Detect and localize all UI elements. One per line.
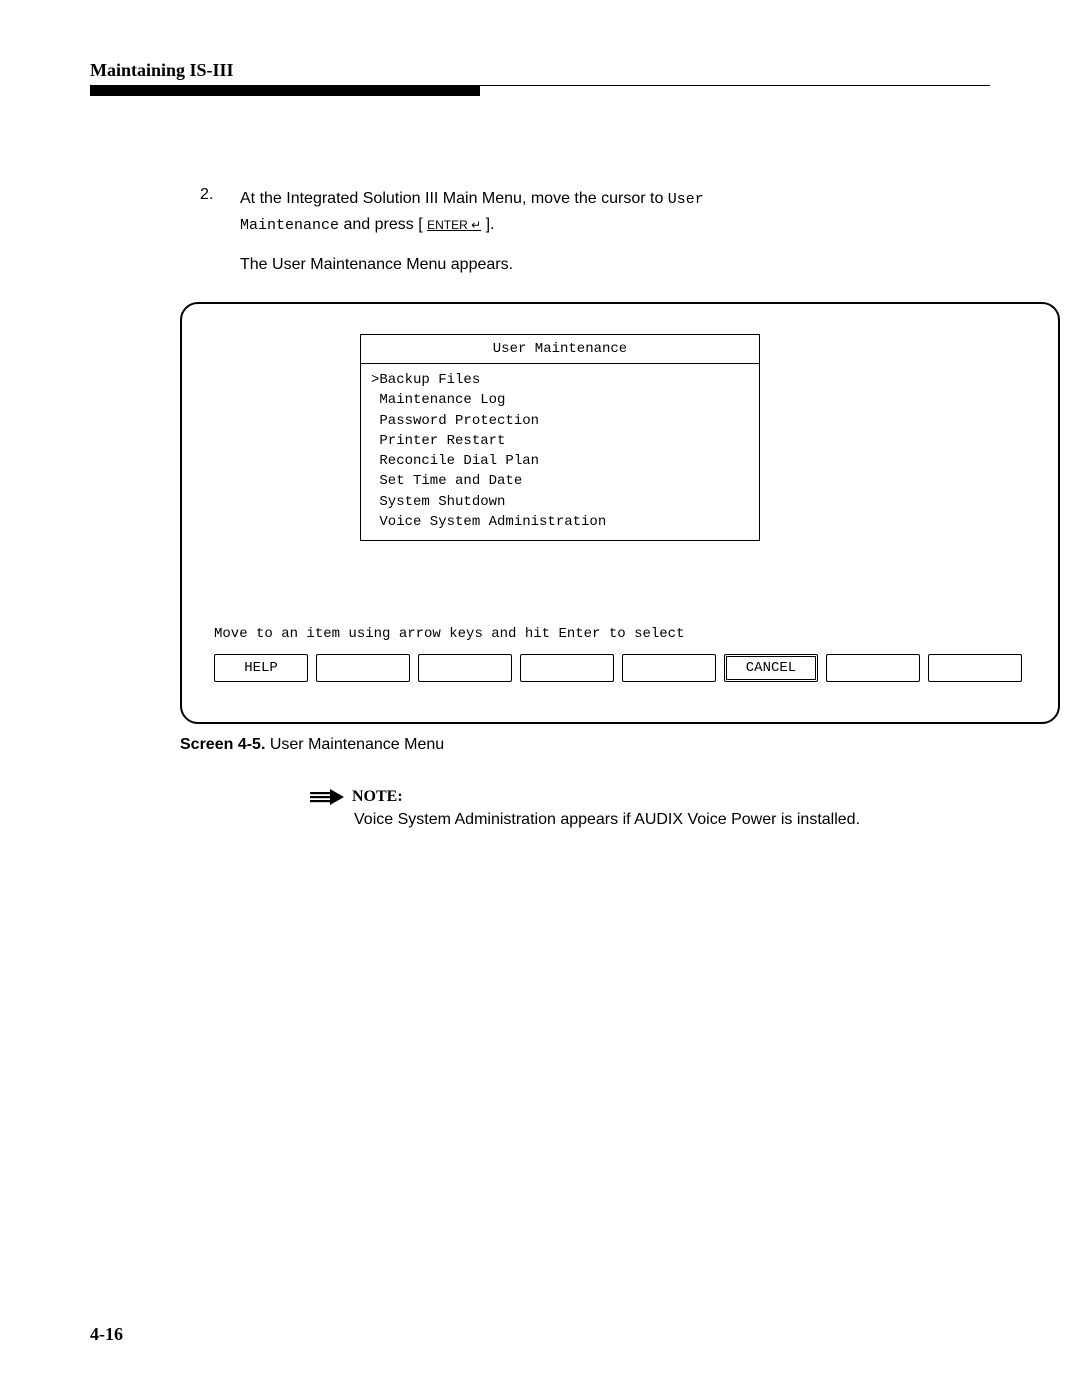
- cancel-button[interactable]: CANCEL: [724, 654, 818, 682]
- header-rule-thick: [90, 86, 480, 96]
- step-text-a: At the Integrated Solution III Main Menu…: [240, 190, 668, 207]
- figure-caption: Screen 4-5. User Maintenance Menu: [180, 736, 990, 754]
- fkey-2[interactable]: [316, 654, 410, 682]
- fkey-3[interactable]: [418, 654, 512, 682]
- step-2: 2. At the Integrated Solution III Main M…: [200, 186, 990, 238]
- menu-item-system-shutdown[interactable]: System Shutdown: [371, 492, 749, 512]
- help-button[interactable]: HELP: [214, 654, 308, 682]
- menu-items: >Backup Files Maintenance Log Password P…: [361, 364, 759, 540]
- caption-label: Screen 4-5.: [180, 736, 265, 753]
- step-followup-text: The User Maintenance Menu appears.: [240, 256, 990, 274]
- step-code-maintenance: Maintenance: [240, 217, 339, 234]
- menu-item-set-time-date[interactable]: Set Time and Date: [371, 471, 749, 491]
- menu-item-voice-system-admin[interactable]: Voice System Administration: [371, 512, 749, 532]
- step-text-b: and press [: [339, 216, 427, 233]
- note-arrow-icon: [310, 789, 344, 805]
- menu-item-maintenance-log[interactable]: Maintenance Log: [371, 390, 749, 410]
- step-text-c: ].: [481, 216, 494, 233]
- menu-item-printer-restart[interactable]: Printer Restart: [371, 431, 749, 451]
- menu-title: User Maintenance: [361, 335, 759, 364]
- fkey-5[interactable]: [622, 654, 716, 682]
- note-text: Voice System Administration appears if A…: [354, 808, 990, 832]
- menu-item-reconcile-dial-plan[interactable]: Reconcile Dial Plan: [371, 451, 749, 471]
- fkey-8[interactable]: [928, 654, 1022, 682]
- menu-item-password-protection[interactable]: Password Protection: [371, 411, 749, 431]
- terminal-screen: User Maintenance >Backup Files Maintenan…: [180, 302, 1060, 724]
- enter-key: ENTER ↵: [427, 218, 481, 232]
- page-header-title: Maintaining IS-III: [90, 60, 990, 81]
- fkey-4[interactable]: [520, 654, 614, 682]
- menu-box: User Maintenance >Backup Files Maintenan…: [360, 334, 760, 541]
- step-code-user: User: [668, 191, 704, 208]
- menu-item-backup[interactable]: >Backup Files: [371, 370, 749, 390]
- step-number: 2.: [200, 186, 240, 238]
- function-key-row: HELP CANCEL: [214, 654, 1026, 682]
- page-number: 4-16: [90, 1324, 123, 1345]
- fkey-7[interactable]: [826, 654, 920, 682]
- step-body: At the Integrated Solution III Main Menu…: [240, 186, 990, 238]
- menu-hint: Move to an item using arrow keys and hit…: [214, 626, 1030, 642]
- caption-text: User Maintenance Menu: [265, 736, 444, 753]
- note-label: NOTE:: [352, 788, 403, 806]
- note-block: NOTE: Voice System Administration appear…: [310, 788, 990, 832]
